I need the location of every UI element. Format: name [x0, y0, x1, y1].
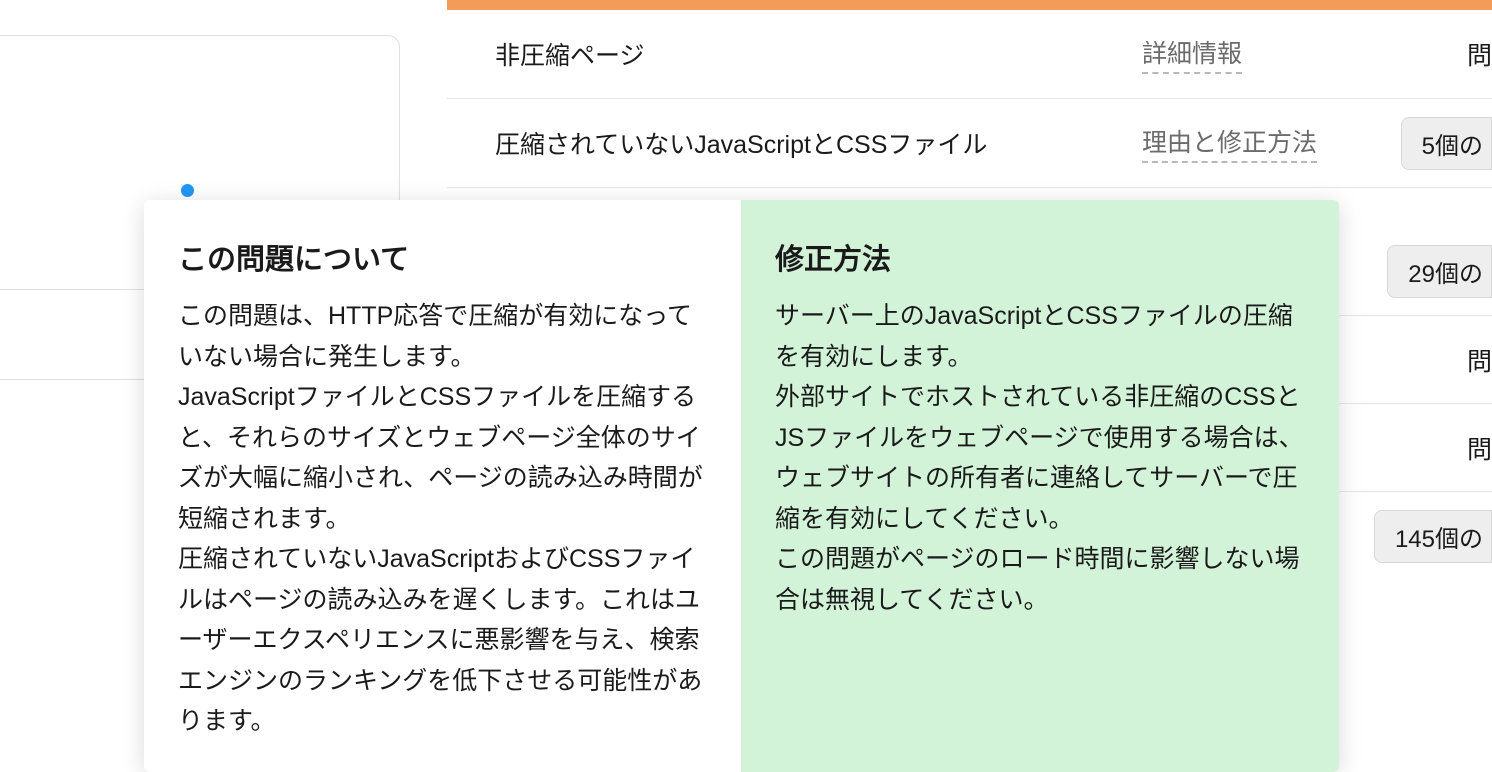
row-title: 非圧縮ページ [447, 36, 1142, 72]
row-right-label: 問 [1467, 430, 1492, 466]
tooltip-about-heading: この問題について [178, 236, 707, 278]
table-row: 圧縮されていないJavaScriptとCSSファイル 理由と修正方法 5個の [447, 99, 1492, 188]
details-link[interactable]: 詳細情報 [1142, 34, 1242, 74]
reason-fix-link[interactable]: 理由と修正方法 [1142, 123, 1317, 163]
count-badge[interactable]: 145個の [1374, 510, 1492, 563]
row-right-label: 問 [1467, 342, 1492, 378]
tooltip-about-section: この問題について この問題は、HTTP応答で圧縮が有効になっていない場合に発生し… [144, 200, 741, 772]
row-right-label: 問 [1467, 36, 1492, 72]
tooltip-fix-body: サーバー上のJavaScriptとCSSファイルの圧縮を有効にします。外部サイト… [775, 296, 1305, 620]
tooltip-about-body: この問題は、HTTP応答で圧縮が有効になっていない場合に発生します。JavaSc… [178, 296, 707, 742]
tooltip-fix-section: 修正方法 サーバー上のJavaScriptとCSSファイルの圧縮を有効にします。… [741, 200, 1339, 772]
tooltip-fix-heading: 修正方法 [775, 236, 1305, 278]
info-tooltip: この問題について この問題は、HTTP応答で圧縮が有効になっていない場合に発生し… [144, 200, 1339, 772]
row-title: 圧縮されていないJavaScriptとCSSファイル [447, 125, 1142, 161]
count-badge[interactable]: 5個の [1401, 117, 1492, 170]
table-row: 非圧縮ページ 詳細情報 問 [447, 10, 1492, 99]
status-dot-icon [181, 184, 194, 197]
count-badge[interactable]: 29個の [1387, 245, 1492, 298]
orange-bar-accent [447, 0, 1492, 10]
